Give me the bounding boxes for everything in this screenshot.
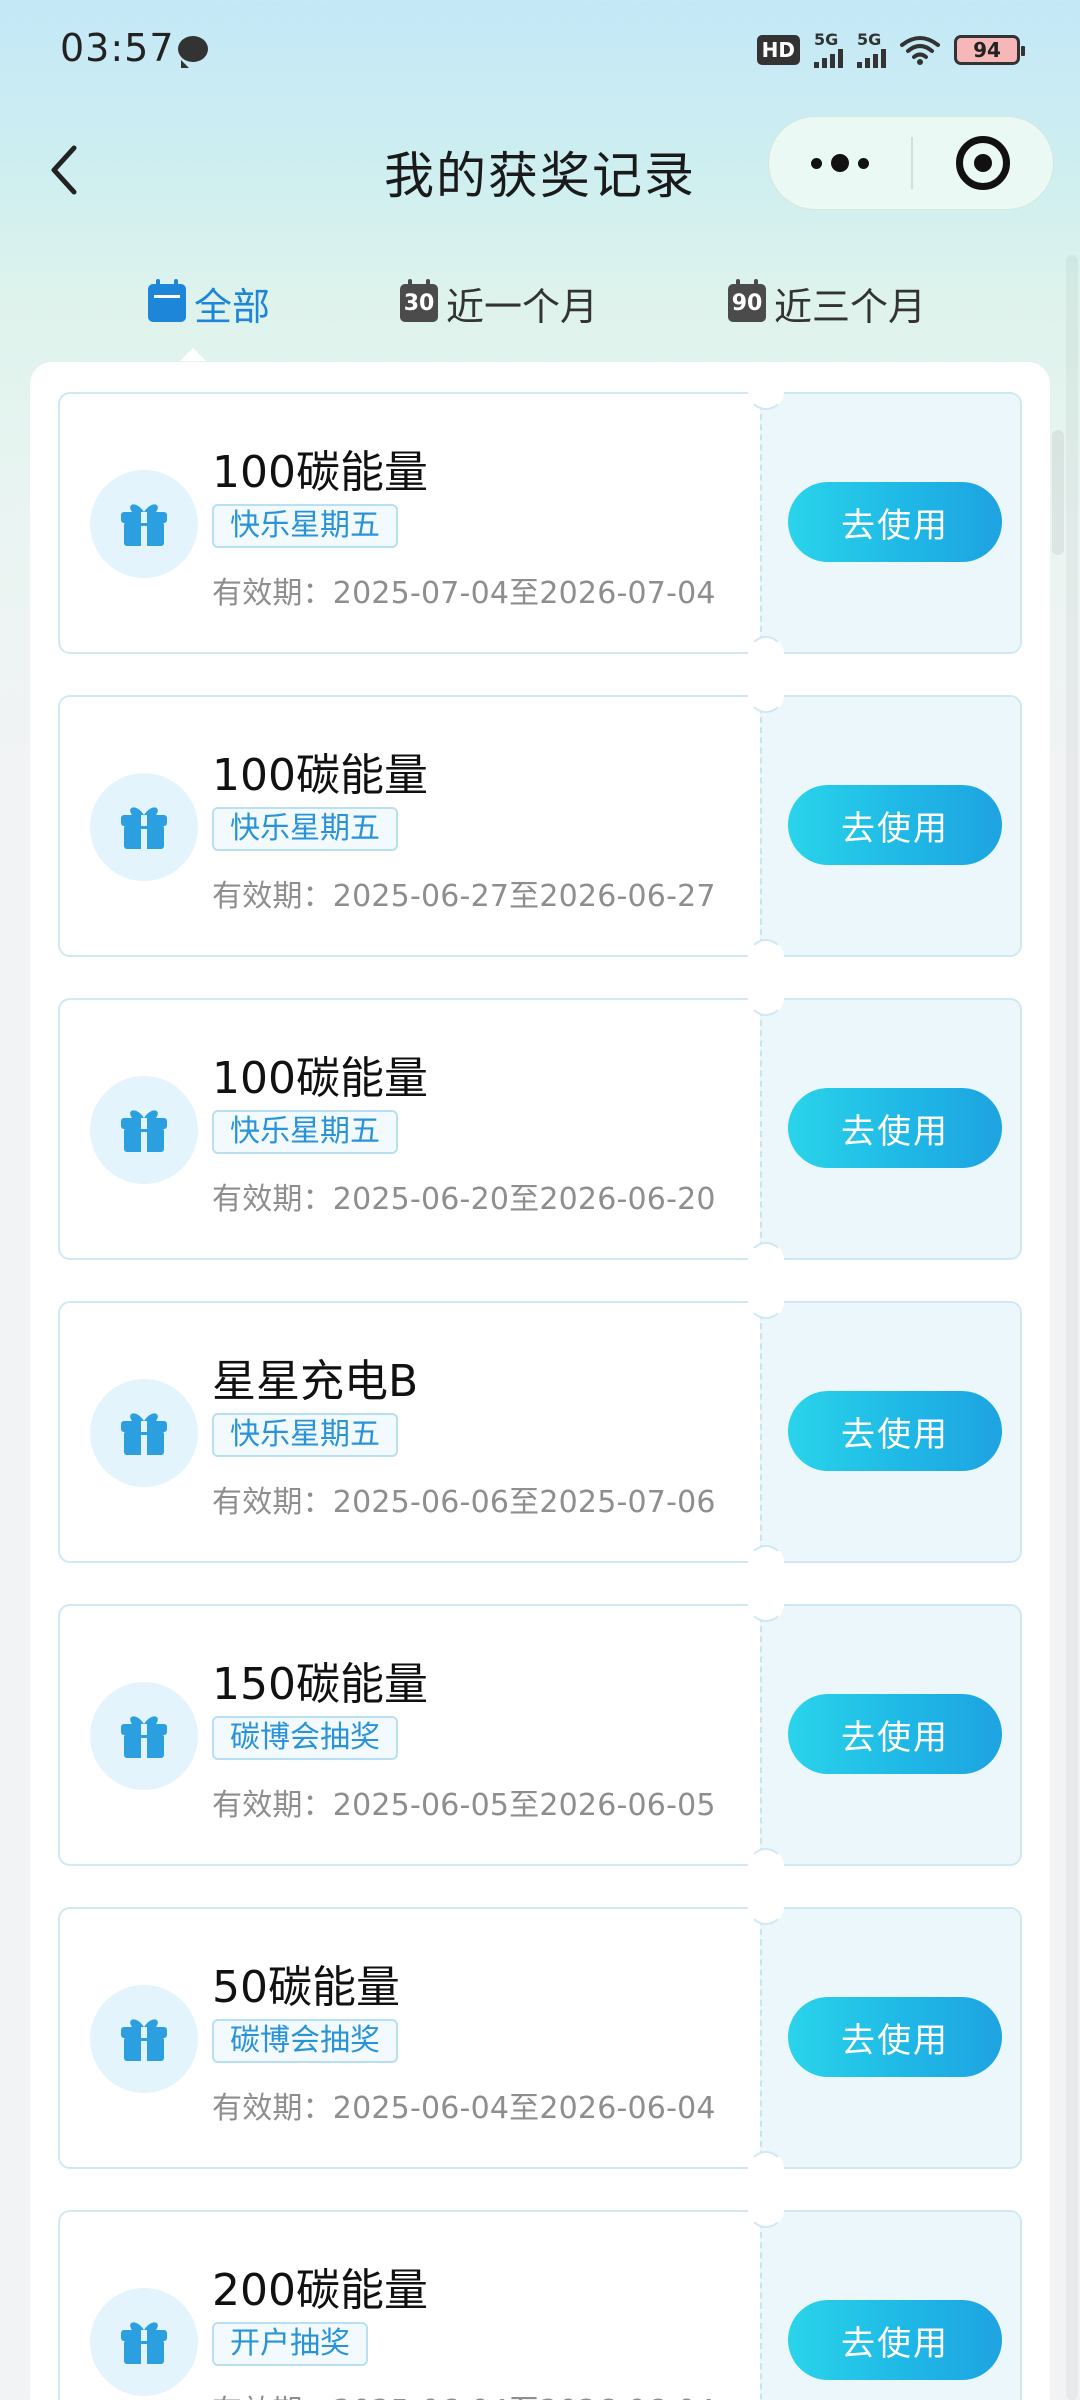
- gift-icon: [90, 1985, 198, 2093]
- coupon-card: 100碳能量 快乐星期五 有效期：2025-07-04至2026-07-04 去…: [58, 374, 1022, 672]
- coupon-name: 50碳能量: [212, 1962, 400, 2013]
- use-button[interactable]: 去使用: [788, 1997, 1002, 2077]
- hd-icon: HD: [756, 35, 800, 65]
- tab-label: 近一个月: [446, 284, 599, 329]
- coupon-notch: [748, 1848, 784, 1884]
- tab-last-three-months[interactable]: 90 近三个月: [728, 268, 926, 338]
- coupon-notch: [748, 374, 784, 410]
- coupon-source-tag: 碳博会抽奖: [212, 2019, 398, 2063]
- use-button[interactable]: 去使用: [788, 785, 1002, 865]
- use-button[interactable]: 去使用: [788, 482, 1002, 562]
- coupon-validity: 有效期：2025-06-05至2026-06-05: [212, 1788, 716, 1823]
- coupon-validity: 有效期：2025-06-06至2025-07-06: [212, 1485, 716, 1520]
- tab-all[interactable]: 全部: [148, 268, 270, 338]
- mini-program-capsule: [768, 116, 1054, 210]
- gift-icon: [90, 2288, 198, 2396]
- coupon-card: 100碳能量 快乐星期五 有效期：2025-06-27至2026-06-27 去…: [58, 677, 1022, 975]
- coupon-validity: 有效期：2025-06-04至2026-06-04: [212, 2091, 716, 2126]
- use-button[interactable]: 去使用: [788, 1694, 1002, 1774]
- coupon-name: 100碳能量: [212, 750, 428, 801]
- tab-label: 全部: [194, 284, 271, 329]
- coupon-name: 100碳能量: [212, 447, 428, 498]
- coupon-validity: 有效期：2025-06-20至2026-06-20: [212, 1182, 716, 1217]
- coupon-notch: [748, 1545, 784, 1581]
- battery-level: 94: [973, 38, 1001, 62]
- coupon-card: 200碳能量 开户抽奖 有效期：2025-06-04至2026-06-04 去使…: [58, 2192, 1022, 2400]
- dot: [811, 157, 822, 169]
- coupon-name: 150碳能量: [212, 1659, 428, 1710]
- use-button[interactable]: 去使用: [788, 2300, 1002, 2380]
- coupon-validity: 有效期：2025-06-27至2026-06-27: [212, 879, 716, 914]
- coupon-notch: [748, 677, 784, 713]
- coupon-source-tag: 开户抽奖: [212, 2322, 368, 2366]
- close-miniprogram-button[interactable]: [913, 117, 1053, 209]
- coupon-notch: [748, 1242, 784, 1278]
- signal-icon: 5G: [857, 32, 886, 68]
- wifi-icon: [900, 36, 940, 65]
- coupon-source-tag: 碳博会抽奖: [212, 1716, 398, 1760]
- gift-icon: [90, 1682, 198, 1790]
- gift-icon: [90, 1379, 198, 1487]
- coupon-notch: [748, 980, 784, 1016]
- coupon-notch: [748, 1283, 784, 1319]
- scrollbar-thumb[interactable]: [1052, 430, 1064, 555]
- calendar-90-icon: 90: [728, 279, 766, 322]
- use-button[interactable]: 去使用: [788, 1088, 1002, 1168]
- coupon-card: 星星充电B 快乐星期五 有效期：2025-06-06至2025-07-06 去使…: [58, 1283, 1022, 1581]
- use-button[interactable]: 去使用: [788, 1391, 1002, 1471]
- status-time: 03:57: [60, 26, 175, 70]
- coupon-notch: [748, 1889, 784, 1925]
- coupon-source-tag: 快乐星期五: [212, 807, 398, 851]
- coupon-source-tag: 快乐星期五: [212, 504, 398, 548]
- coupon-notch: [748, 939, 784, 975]
- coupon-notch: [748, 2192, 784, 2228]
- signal-icon: 5G: [814, 32, 843, 68]
- tab-label: 近三个月: [774, 284, 927, 329]
- coupon-notch: [748, 2151, 784, 2187]
- filter-tabs: 全部 30 近一个月 90 近三个月: [0, 268, 1080, 338]
- coupon-name: 星星充电B: [212, 1356, 419, 1407]
- network-type-label: 5G: [857, 30, 882, 49]
- coupon-card: 100碳能量 快乐星期五 有效期：2025-06-20至2026-06-20 去…: [58, 980, 1022, 1278]
- network-type-label: 5G: [814, 30, 839, 49]
- target-icon: [956, 136, 1010, 190]
- gift-icon: [90, 1076, 198, 1184]
- coupon-source-tag: 快乐星期五: [212, 1413, 398, 1457]
- status-bar: 03:57 HD 5G 5G 94: [0, 0, 1080, 100]
- more-button[interactable]: [769, 117, 911, 209]
- active-tab-pointer: [180, 348, 206, 361]
- coupon-notch: [748, 636, 784, 672]
- tab-last-month[interactable]: 30 近一个月: [400, 268, 598, 338]
- status-indicators: HD 5G 5G 94: [756, 32, 1025, 68]
- coupon-source-tag: 快乐星期五: [212, 1110, 398, 1154]
- coupon-validity: 有效期：2025-06-04至2026-06-04: [212, 2386, 716, 2400]
- gift-icon: [90, 773, 198, 881]
- calendar-icon: [148, 279, 186, 322]
- gift-icon: [90, 470, 198, 578]
- coupon-card: 150碳能量 碳博会抽奖 有效期：2025-06-05至2026-06-05 去…: [58, 1586, 1022, 1884]
- coupon-validity: 有效期：2025-07-04至2026-07-04: [212, 576, 716, 611]
- scrollbar-track: [1066, 255, 1078, 2400]
- message-icon: [178, 36, 208, 68]
- coupon-card: 50碳能量 碳博会抽奖 有效期：2025-06-04至2026-06-04 去使…: [58, 1889, 1022, 2187]
- calendar-30-icon: 30: [400, 279, 438, 322]
- dot: [858, 157, 869, 169]
- coupon-notch: [748, 1586, 784, 1622]
- coupon-name: 100碳能量: [212, 1053, 428, 1104]
- battery-icon: 94: [954, 35, 1025, 65]
- coupon-name: 200碳能量: [212, 2265, 428, 2316]
- dot: [831, 154, 849, 172]
